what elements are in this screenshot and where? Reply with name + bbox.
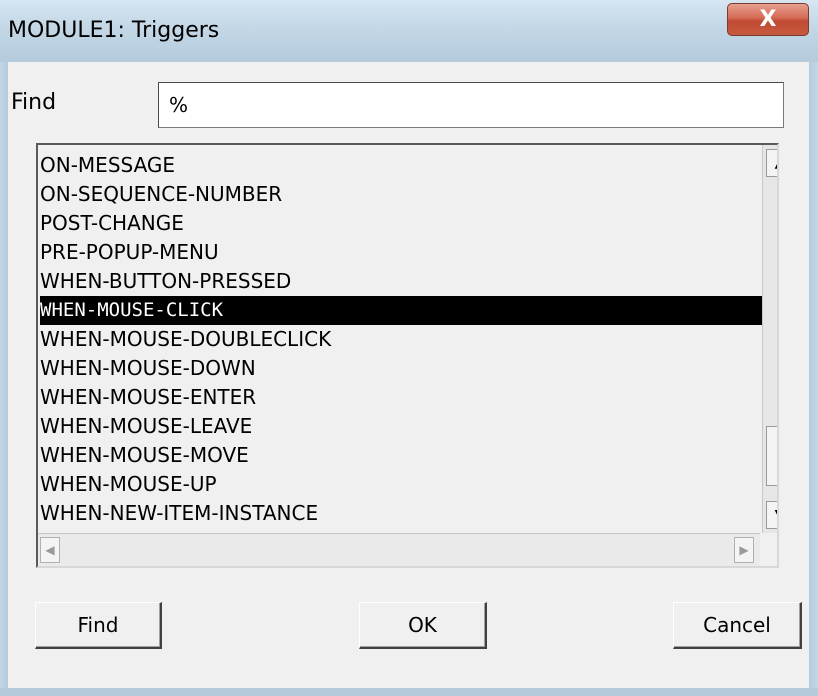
cancel-button[interactable]: Cancel bbox=[673, 602, 802, 649]
close-icon: X bbox=[759, 7, 777, 32]
window-frame-left bbox=[0, 62, 8, 696]
window-frame-bottom bbox=[0, 688, 818, 696]
list-item[interactable]: WHEN-NEW-ITEM-INSTANCE bbox=[40, 499, 765, 528]
scroll-right-arrow-icon[interactable]: ▶ bbox=[734, 537, 754, 563]
list-item[interactable]: PRE-POPUP-MENU bbox=[40, 238, 765, 267]
find-input[interactable] bbox=[158, 82, 784, 128]
list-item[interactable]: WHEN-MOUSE-UP bbox=[40, 470, 765, 499]
scroll-up-arrow-icon[interactable]: ▲ bbox=[766, 149, 777, 177]
scroll-down-arrow-icon[interactable]: ▼ bbox=[766, 501, 777, 529]
vertical-scrollbar[interactable]: ▲ ▼ bbox=[762, 145, 777, 533]
ok-button[interactable]: OK bbox=[359, 602, 487, 649]
close-button[interactable]: X bbox=[727, 3, 809, 36]
list-item[interactable]: WHEN-BUTTON-PRESSED bbox=[40, 267, 765, 296]
title-bar[interactable]: MODULE1: Triggers X bbox=[0, 0, 818, 63]
horizontal-scrollbar[interactable]: ◀ ▶ bbox=[38, 533, 760, 566]
triggers-dialog: MODULE1: Triggers X Find ON-MESSAGEON-SE… bbox=[0, 0, 818, 696]
scrollbar-corner bbox=[762, 533, 777, 566]
list-item[interactable]: ON-SEQUENCE-NUMBER bbox=[40, 180, 765, 209]
find-button[interactable]: Find bbox=[35, 602, 162, 649]
list-item-selected[interactable]: WHEN-MOUSE-CLICK bbox=[40, 296, 765, 325]
trigger-listbox[interactable]: ON-MESSAGE ON-SEQUENCE-NUMBER POST-CHANGE P… bbox=[36, 143, 779, 568]
list-item[interactable]: ON-MESSAGE bbox=[40, 151, 765, 180]
list-item[interactable]: WHEN-MOUSE-DOWN bbox=[40, 354, 765, 383]
vertical-scroll-thumb[interactable] bbox=[766, 426, 777, 486]
window-title: MODULE1: Triggers bbox=[8, 18, 220, 43]
find-label: Find bbox=[11, 90, 57, 115]
list-item[interactable]: WHEN-MOUSE-LEAVE bbox=[40, 412, 765, 441]
scroll-left-arrow-icon[interactable]: ◀ bbox=[40, 537, 60, 563]
list-item[interactable]: WHEN-MOUSE-MOVE bbox=[40, 441, 765, 470]
list-item[interactable]: WHEN-MOUSE-DOUBLECLICK bbox=[40, 325, 765, 354]
trigger-list: ON-MESSAGE ON-SEQUENCE-NUMBER POST-CHANGE P… bbox=[40, 151, 765, 528]
list-item[interactable]: POST-CHANGE bbox=[40, 209, 765, 238]
list-item[interactable]: WHEN-MOUSE-ENTER bbox=[40, 383, 765, 412]
window-frame-right bbox=[809, 62, 818, 696]
